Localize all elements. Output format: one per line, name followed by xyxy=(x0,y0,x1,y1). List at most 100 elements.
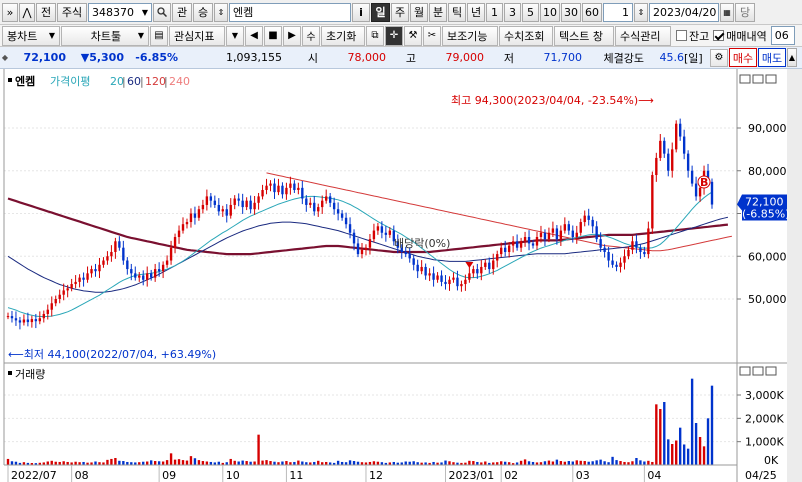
candle-body xyxy=(412,258,415,265)
indicators-button[interactable]: 관심지표 xyxy=(169,25,225,46)
candle-body xyxy=(245,200,248,208)
minute-60-button[interactable]: 60 xyxy=(582,2,602,22)
dropdown-arrow-icon[interactable]: ▼ xyxy=(142,8,148,17)
spin-icon[interactable]: ⇕ xyxy=(214,2,228,22)
dropdown-arrow-icon: ▼ xyxy=(48,31,55,40)
minute-5-button[interactable]: 5 xyxy=(522,2,539,22)
chart-tools-button[interactable]: 차트툴 ▼ xyxy=(61,25,149,46)
period-day-button[interactable]: 일 xyxy=(371,2,390,22)
play-back-icon[interactable]: ▶ xyxy=(245,25,263,46)
stop-icon[interactable]: ■ xyxy=(264,25,282,46)
volume-bar xyxy=(281,461,284,465)
formula-button[interactable]: 수식관리 xyxy=(615,25,671,46)
minute-10-button[interactable]: 10 xyxy=(540,2,560,22)
candle-body xyxy=(209,196,213,201)
stock-code-input[interactable]: 348370 ▼ xyxy=(88,2,152,22)
layout-icon[interactable]: ⧉ xyxy=(366,25,384,46)
date-input[interactable]: 2023/04/20 xyxy=(649,2,719,22)
stock-chart[interactable]: 50,00060,00070,00080,00090,000 1,000K2,0… xyxy=(0,69,802,482)
extra-field[interactable]: 06 xyxy=(770,26,795,45)
reset-button[interactable]: 초기화 xyxy=(321,25,365,46)
chevron-up-icon[interactable]: ⋀ xyxy=(19,2,35,22)
volume-bar xyxy=(647,460,650,465)
volume-bar xyxy=(352,461,356,465)
candle-body xyxy=(130,269,133,274)
candle-body xyxy=(591,219,594,227)
play-icon[interactable]: ▶ xyxy=(283,25,301,46)
candle-body xyxy=(595,226,598,240)
minute-1-button[interactable]: 1 xyxy=(486,2,503,22)
trades-checkbox[interactable] xyxy=(713,30,725,41)
period-month-button[interactable]: 월 xyxy=(410,2,428,22)
aux-function-button[interactable]: 보조기능 xyxy=(442,25,498,46)
minute-30-button[interactable]: 30 xyxy=(561,2,581,22)
volume-bar xyxy=(205,461,209,465)
high-value: 79,000 xyxy=(445,51,485,64)
tool-icon[interactable]: ⚒ xyxy=(404,25,422,46)
tick-query-button[interactable]: 수치조회 xyxy=(499,25,553,46)
text-window-button[interactable]: 텍스트 창 xyxy=(554,25,614,46)
candle-body xyxy=(420,266,423,272)
scroll-up-icon[interactable]: ▲ xyxy=(787,48,797,67)
candle-body xyxy=(480,266,483,274)
candle-body xyxy=(50,303,53,310)
candle-body xyxy=(671,149,674,171)
period-week-button[interactable]: 주 xyxy=(391,2,409,22)
manual-button[interactable]: 수 xyxy=(302,25,320,46)
sell-button[interactable]: 매도 xyxy=(758,48,786,67)
candle-body xyxy=(547,232,551,240)
volume-bar xyxy=(265,460,268,465)
x-tick-label: 03 xyxy=(576,469,590,482)
dropdown-arrow-icon[interactable]: ▼ xyxy=(226,25,244,46)
share-button[interactable]: 승 xyxy=(193,2,213,22)
candle-body xyxy=(615,264,618,267)
volume-bar xyxy=(118,460,121,465)
candle-body xyxy=(436,275,439,280)
candle-body xyxy=(54,299,57,304)
today-button[interactable]: 당 xyxy=(735,2,755,22)
candle-body xyxy=(102,260,105,265)
candle-body xyxy=(10,316,14,319)
double-chevron-icon[interactable]: » xyxy=(2,2,18,22)
candle-body xyxy=(265,185,268,190)
candle-body xyxy=(138,275,141,278)
legend-stock-name: 엔켐 xyxy=(15,74,35,88)
x-tick-label: 09 xyxy=(162,469,176,482)
candle-body xyxy=(428,273,431,276)
svg-text:|: | xyxy=(140,75,144,88)
period-year-button[interactable]: 년 xyxy=(467,2,485,22)
volume-bar xyxy=(698,437,702,465)
period-minute-button[interactable]: 분 xyxy=(429,2,447,22)
market-type-button[interactable]: 주식 xyxy=(57,2,87,22)
save-icon[interactable]: ▤ xyxy=(150,25,168,46)
watch-button[interactable]: 관 xyxy=(172,2,192,22)
crosshair-icon[interactable]: ✛ xyxy=(385,25,403,46)
search-icon[interactable] xyxy=(153,2,171,22)
gear-icon[interactable]: ⚙ xyxy=(710,48,728,67)
scissors-icon[interactable]: ✂ xyxy=(423,25,441,46)
volume-bar xyxy=(50,460,53,465)
low-value: 71,700 xyxy=(543,51,583,64)
calendar-icon[interactable]: ▦ xyxy=(720,2,734,22)
period-tick-button[interactable]: 틱 xyxy=(448,2,466,22)
candle-body xyxy=(603,247,606,252)
stick-chart-button[interactable]: 봉차트 ▼ xyxy=(2,25,60,46)
trades-label: 매매내역 xyxy=(726,29,767,43)
right-scrollbar[interactable] xyxy=(787,69,802,482)
candle-body xyxy=(515,241,519,248)
candle-body xyxy=(305,198,308,205)
minute-3-button[interactable]: 3 xyxy=(504,2,521,22)
collapse-icon[interactable]: ◆ xyxy=(0,53,10,62)
balance-checkbox[interactable] xyxy=(676,30,687,41)
candle-body xyxy=(376,226,380,231)
info-button[interactable]: i xyxy=(352,2,370,22)
candle-body xyxy=(563,224,567,231)
volume-bar xyxy=(62,461,65,465)
buy-button[interactable]: 매수 xyxy=(729,48,757,67)
count-input[interactable]: 1 xyxy=(603,2,633,22)
candle-body xyxy=(273,183,276,193)
volume-bar xyxy=(177,459,181,465)
candle-body xyxy=(388,230,392,235)
count-spin-icon[interactable]: ⇕ xyxy=(634,2,648,22)
market-all-button[interactable]: 전 xyxy=(36,2,56,22)
